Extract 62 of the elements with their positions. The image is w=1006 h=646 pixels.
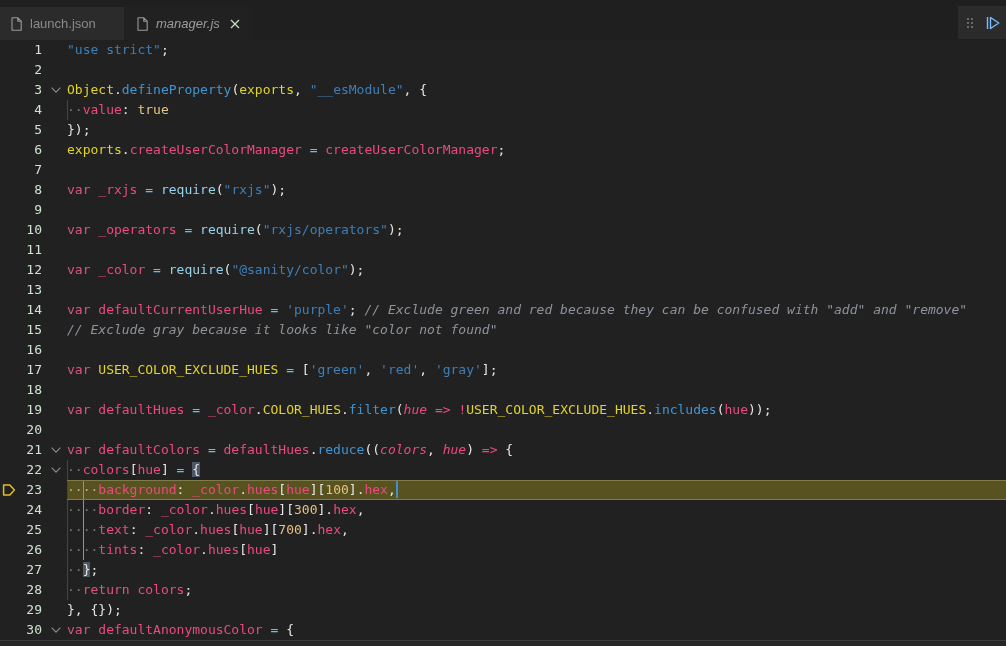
chevron-down-icon[interactable] — [51, 627, 61, 633]
code-line: // Exclude gray because it looks like "color not found" — [67, 321, 498, 339]
code-line: }); — [67, 121, 91, 139]
code-line: }, {}); — [67, 601, 122, 619]
code-line: ··return colors; — [67, 580, 193, 600]
line-number: 26 — [26, 541, 42, 559]
close-icon[interactable] — [229, 18, 240, 29]
code-line: exports.createUserColorManager = createUserColorManager; — [67, 141, 506, 159]
line-number: 16 — [26, 341, 42, 359]
line-number: 11 — [26, 241, 42, 259]
file-icon — [137, 16, 148, 31]
code-line: var defaultColors = defaultHues.reduce((colors, hue) => { — [67, 441, 514, 459]
line-number: 10 — [26, 221, 42, 239]
line-number: 14 — [26, 301, 42, 319]
line-number: 20 — [26, 421, 42, 439]
line-number: 7 — [34, 161, 42, 179]
code-line: var defaultCurrentUserHue = 'purple'; // Exclude green and red because they can be confused with "add" and "remove" — [67, 301, 968, 319]
code-line: "use strict"; — [67, 41, 169, 59]
code-line: var _rxjs = require("rxjs"); — [67, 181, 287, 199]
chevron-down-icon[interactable] — [51, 87, 61, 93]
code-line: var defaultHues = _color.COLOR_HUES.filter(hue => !USER_COLOR_EXCLUDE_HUES.includes(hue)); — [67, 401, 772, 419]
line-number: 15 — [26, 321, 42, 339]
line-number: 24 — [26, 501, 42, 519]
line-number: 23 — [26, 481, 42, 499]
line-number: 19 — [26, 401, 42, 419]
line-number: 8 — [34, 181, 42, 199]
line-number: 17 — [26, 361, 42, 379]
line-number: 18 — [26, 381, 42, 399]
code-line: var defaultAnonymousColor = { — [67, 621, 294, 639]
line-number: 12 — [26, 261, 42, 279]
code-line: ··value: true — [67, 100, 169, 120]
code-line: ····tints: _color.hues[hue] — [67, 540, 279, 560]
code-line: var _color = require("@sanity/color"); — [67, 261, 365, 279]
line-number: 1 — [34, 41, 42, 59]
code-line: ····background: _color.hues[hue][100].hex, — [67, 481, 396, 499]
code-line: var _operators = require("rxjs/operators"); — [67, 221, 404, 239]
file-icon — [11, 16, 22, 31]
code-line: var USER_COLOR_EXCLUDE_HUES = ['green', 'red', 'gray']; — [67, 361, 498, 379]
code-line: Object.defineProperty(exports, "__esModule", { — [67, 81, 428, 99]
code-line: ····text: _color.hues[hue][700].hex, — [67, 520, 349, 540]
line-number: 3 — [34, 81, 42, 99]
chevron-down-icon[interactable] — [51, 447, 61, 453]
line-number: 28 — [26, 581, 42, 599]
line-number: 9 — [34, 201, 42, 219]
code-line: ··}; — [67, 560, 99, 580]
code-line: ····border: _color.hues[hue][300].hex, — [67, 500, 365, 520]
code-line: ··colors[hue] = { — [67, 460, 201, 480]
line-number: 2 — [34, 61, 42, 79]
line-number: 6 — [34, 141, 42, 159]
line-number: 25 — [26, 521, 42, 539]
line-number: 29 — [26, 601, 42, 619]
line-number: 30 — [26, 621, 42, 639]
line-number: 13 — [26, 281, 42, 299]
line-number: 21 — [26, 441, 42, 459]
tab[interactable]: launch.json — [0, 7, 124, 40]
continue-icon[interactable] — [986, 15, 1000, 30]
line-number: 5 — [34, 121, 42, 139]
line-number: 27 — [26, 561, 42, 579]
line-number: 4 — [34, 101, 42, 119]
grip-icon[interactable] — [967, 17, 973, 28]
line-number: 22 — [26, 461, 42, 479]
chevron-down-icon[interactable] — [51, 467, 61, 473]
